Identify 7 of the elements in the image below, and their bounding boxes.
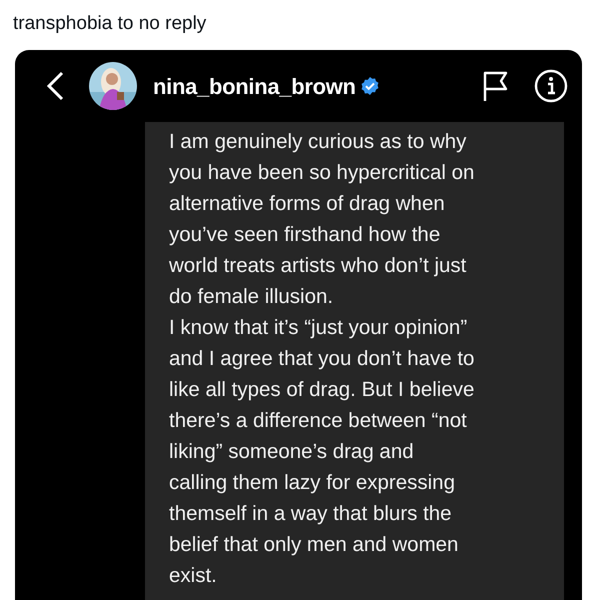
username[interactable]: nina_bonina_brown — [153, 70, 356, 102]
flag-button[interactable] — [482, 70, 510, 102]
message-paragraph: I am genuinely curious as to why you have been so hypercritical on alternative forms of drag when you’ve seen firsthand how the world treats artists who don’t just do female illusion. — [169, 129, 476, 310]
tweet-text: transphobia to no reply — [12, 12, 208, 36]
back-button[interactable] — [45, 70, 65, 102]
info-button[interactable] — [534, 69, 568, 103]
message-paragraph: I know that it’s “just your opinion” and I agree that you don’t have to like all types of drag. But I believe there’s a difference between “not liking” someone’s drag and calling them lazy for expressing themself in a way that blurs the belief that only men and women exist. — [169, 315, 476, 589]
